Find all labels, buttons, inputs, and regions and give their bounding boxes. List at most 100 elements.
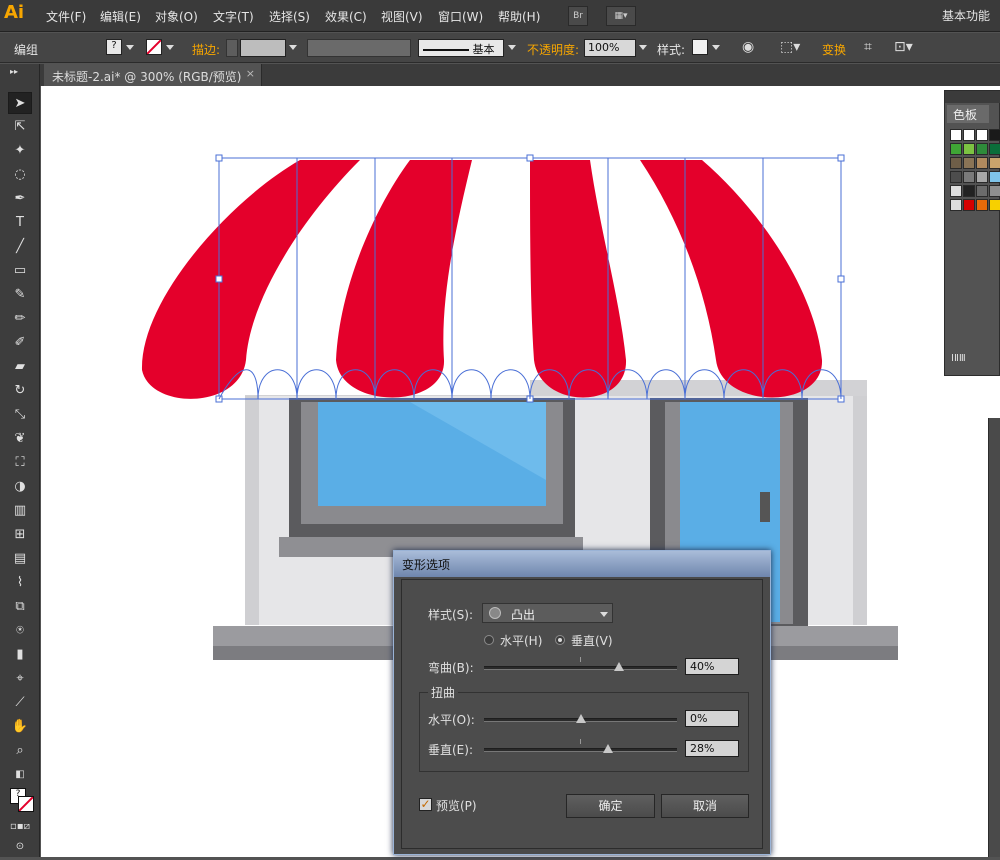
mesh-icon[interactable]: ⊞ <box>8 524 32 546</box>
scale-icon[interactable]: ⤡ <box>8 404 32 426</box>
chevron-down-icon[interactable] <box>126 45 134 50</box>
chevron-down-icon[interactable] <box>508 45 516 50</box>
graphic-style-swatch[interactable] <box>692 39 708 55</box>
swatch[interactable] <box>976 199 988 211</box>
eyedropper-icon[interactable]: ⌇ <box>8 572 32 594</box>
horizontal-radio-label[interactable]: 水平(H) <box>500 632 542 649</box>
stroke-weight-stepper[interactable] <box>226 39 238 57</box>
zoom-tool-icon[interactable]: ⌕ <box>8 740 32 762</box>
collapsed-panel-dock[interactable] <box>988 418 1000 857</box>
bend-slider-track[interactable] <box>484 666 677 670</box>
style-select[interactable]: 凸出 <box>482 603 613 623</box>
swatch[interactable] <box>963 185 975 197</box>
type-tool-icon[interactable]: T <box>8 212 32 234</box>
document-tab[interactable]: 未标题-2.ai* @ 300% (RGB/预览) × <box>44 64 262 86</box>
magic-wand-icon[interactable]: ✦ <box>8 140 32 162</box>
blend-icon[interactable]: ⧉ <box>8 596 32 618</box>
distortion-vertical-slider-track[interactable] <box>484 748 677 752</box>
artboard-icon[interactable]: ⌖ <box>8 668 32 690</box>
stroke-label[interactable]: 描边: <box>192 41 220 58</box>
opacity-input[interactable]: 100% <box>584 39 636 57</box>
envelope-icon[interactable]: ⊡▾ <box>894 39 913 55</box>
arrange-documents-button[interactable]: ▦▾ <box>606 6 636 26</box>
swatch[interactable] <box>976 185 988 197</box>
menu-window[interactable]: 窗口(W) <box>438 8 483 25</box>
color-mode-icon[interactable]: ▫▪⧄ <box>8 816 32 838</box>
swatch[interactable] <box>950 143 962 155</box>
bend-value-input[interactable]: 40% <box>685 658 739 675</box>
warp-icon[interactable]: ❦ <box>8 428 32 450</box>
pen-tool-icon[interactable]: ✒ <box>8 188 32 210</box>
fill-swatch[interactable]: ? <box>106 39 122 55</box>
pencil-icon[interactable]: ✏ <box>8 308 32 330</box>
swatch[interactable] <box>989 129 1000 141</box>
swatch[interactable] <box>976 143 988 155</box>
chevron-down-icon[interactable] <box>712 45 720 50</box>
swatch[interactable] <box>963 157 975 169</box>
rectangle-tool-icon[interactable]: ▭ <box>8 260 32 282</box>
menu-object[interactable]: 对象(O) <box>155 8 198 25</box>
swatch[interactable] <box>989 171 1000 183</box>
isolate-icon[interactable]: ⌗ <box>864 39 872 55</box>
swatches-tab[interactable]: 色板 <box>947 105 989 123</box>
direct-selection-tool-icon[interactable]: ⇱ <box>8 116 32 138</box>
swatch[interactable] <box>950 129 962 141</box>
blob-brush-icon[interactable]: ✐ <box>8 332 32 354</box>
paintbrush-icon[interactable]: ✎ <box>8 284 32 306</box>
chevron-down-icon[interactable] <box>639 45 647 50</box>
preview-checkbox[interactable]: ✓ <box>419 798 432 811</box>
column-graph-icon[interactable]: ▮ <box>8 644 32 666</box>
ok-button[interactable]: 确定 <box>566 794 655 818</box>
brush-definition[interactable]: 基本 <box>418 39 504 57</box>
symbol-sprayer-icon[interactable]: ⍟ <box>8 620 32 642</box>
panel-header[interactable] <box>945 91 1000 103</box>
workspace-switcher[interactable]: 基本功能 <box>942 7 990 24</box>
slice-icon[interactable]: ⟋ <box>8 692 32 714</box>
swatch[interactable] <box>989 199 1000 211</box>
menu-type[interactable]: 文字(T) <box>213 8 254 25</box>
swatch[interactable] <box>950 199 962 211</box>
recolor-icon[interactable]: ◉ <box>742 39 754 55</box>
menu-edit[interactable]: 编辑(E) <box>100 8 141 25</box>
opacity-label[interactable]: 不透明度: <box>527 41 579 58</box>
transform-link[interactable]: 变换 <box>822 41 846 58</box>
bend-slider-thumb[interactable] <box>614 662 625 671</box>
gradient-icon[interactable]: ▤ <box>8 548 32 570</box>
swatch[interactable] <box>950 185 962 197</box>
swatch[interactable] <box>963 143 975 155</box>
swatch[interactable] <box>963 171 975 183</box>
selection-tool-icon[interactable]: ➤ <box>8 92 32 114</box>
collapse-icon[interactable]: ▸▸ <box>2 66 26 78</box>
free-transform-icon[interactable]: ⛶ <box>8 452 32 474</box>
line-tool-icon[interactable]: ╱ <box>8 236 32 258</box>
cancel-button[interactable]: 取消 <box>661 794 749 818</box>
swatch[interactable] <box>976 157 988 169</box>
menu-view[interactable]: 视图(V) <box>381 8 423 25</box>
bridge-button[interactable]: Br <box>568 6 588 26</box>
distortion-horizontal-slider-thumb[interactable] <box>575 714 586 723</box>
lasso-icon[interactable]: ◌ <box>8 164 32 186</box>
swatch[interactable] <box>989 185 1000 197</box>
swatch[interactable] <box>989 143 1000 155</box>
distortion-vertical-input[interactable]: 28% <box>685 740 739 757</box>
distortion-vertical-slider-thumb[interactable] <box>602 744 613 753</box>
chevron-down-icon[interactable] <box>289 45 297 50</box>
swatch[interactable] <box>989 157 1000 169</box>
menu-select[interactable]: 选择(S) <box>269 8 310 25</box>
swatch[interactable] <box>976 129 988 141</box>
menu-file[interactable]: 文件(F) <box>46 8 86 25</box>
swatch[interactable] <box>963 129 975 141</box>
horizontal-radio[interactable] <box>484 635 494 645</box>
eraser-icon[interactable]: ▰ <box>8 356 32 378</box>
screen-mode-icon[interactable]: ⊙ <box>8 836 32 858</box>
chevron-down-icon[interactable] <box>166 45 174 50</box>
stroke-weight-input[interactable] <box>240 39 286 57</box>
rotate-icon[interactable]: ↻ <box>8 380 32 402</box>
swatch[interactable] <box>976 171 988 183</box>
preview-label[interactable]: 预览(P) <box>436 797 477 814</box>
distortion-horizontal-input[interactable]: 0% <box>685 710 739 727</box>
swatch[interactable] <box>950 157 962 169</box>
stroke-color-icon[interactable] <box>18 796 34 812</box>
swatch[interactable] <box>963 199 975 211</box>
menu-help[interactable]: 帮助(H) <box>498 8 540 25</box>
